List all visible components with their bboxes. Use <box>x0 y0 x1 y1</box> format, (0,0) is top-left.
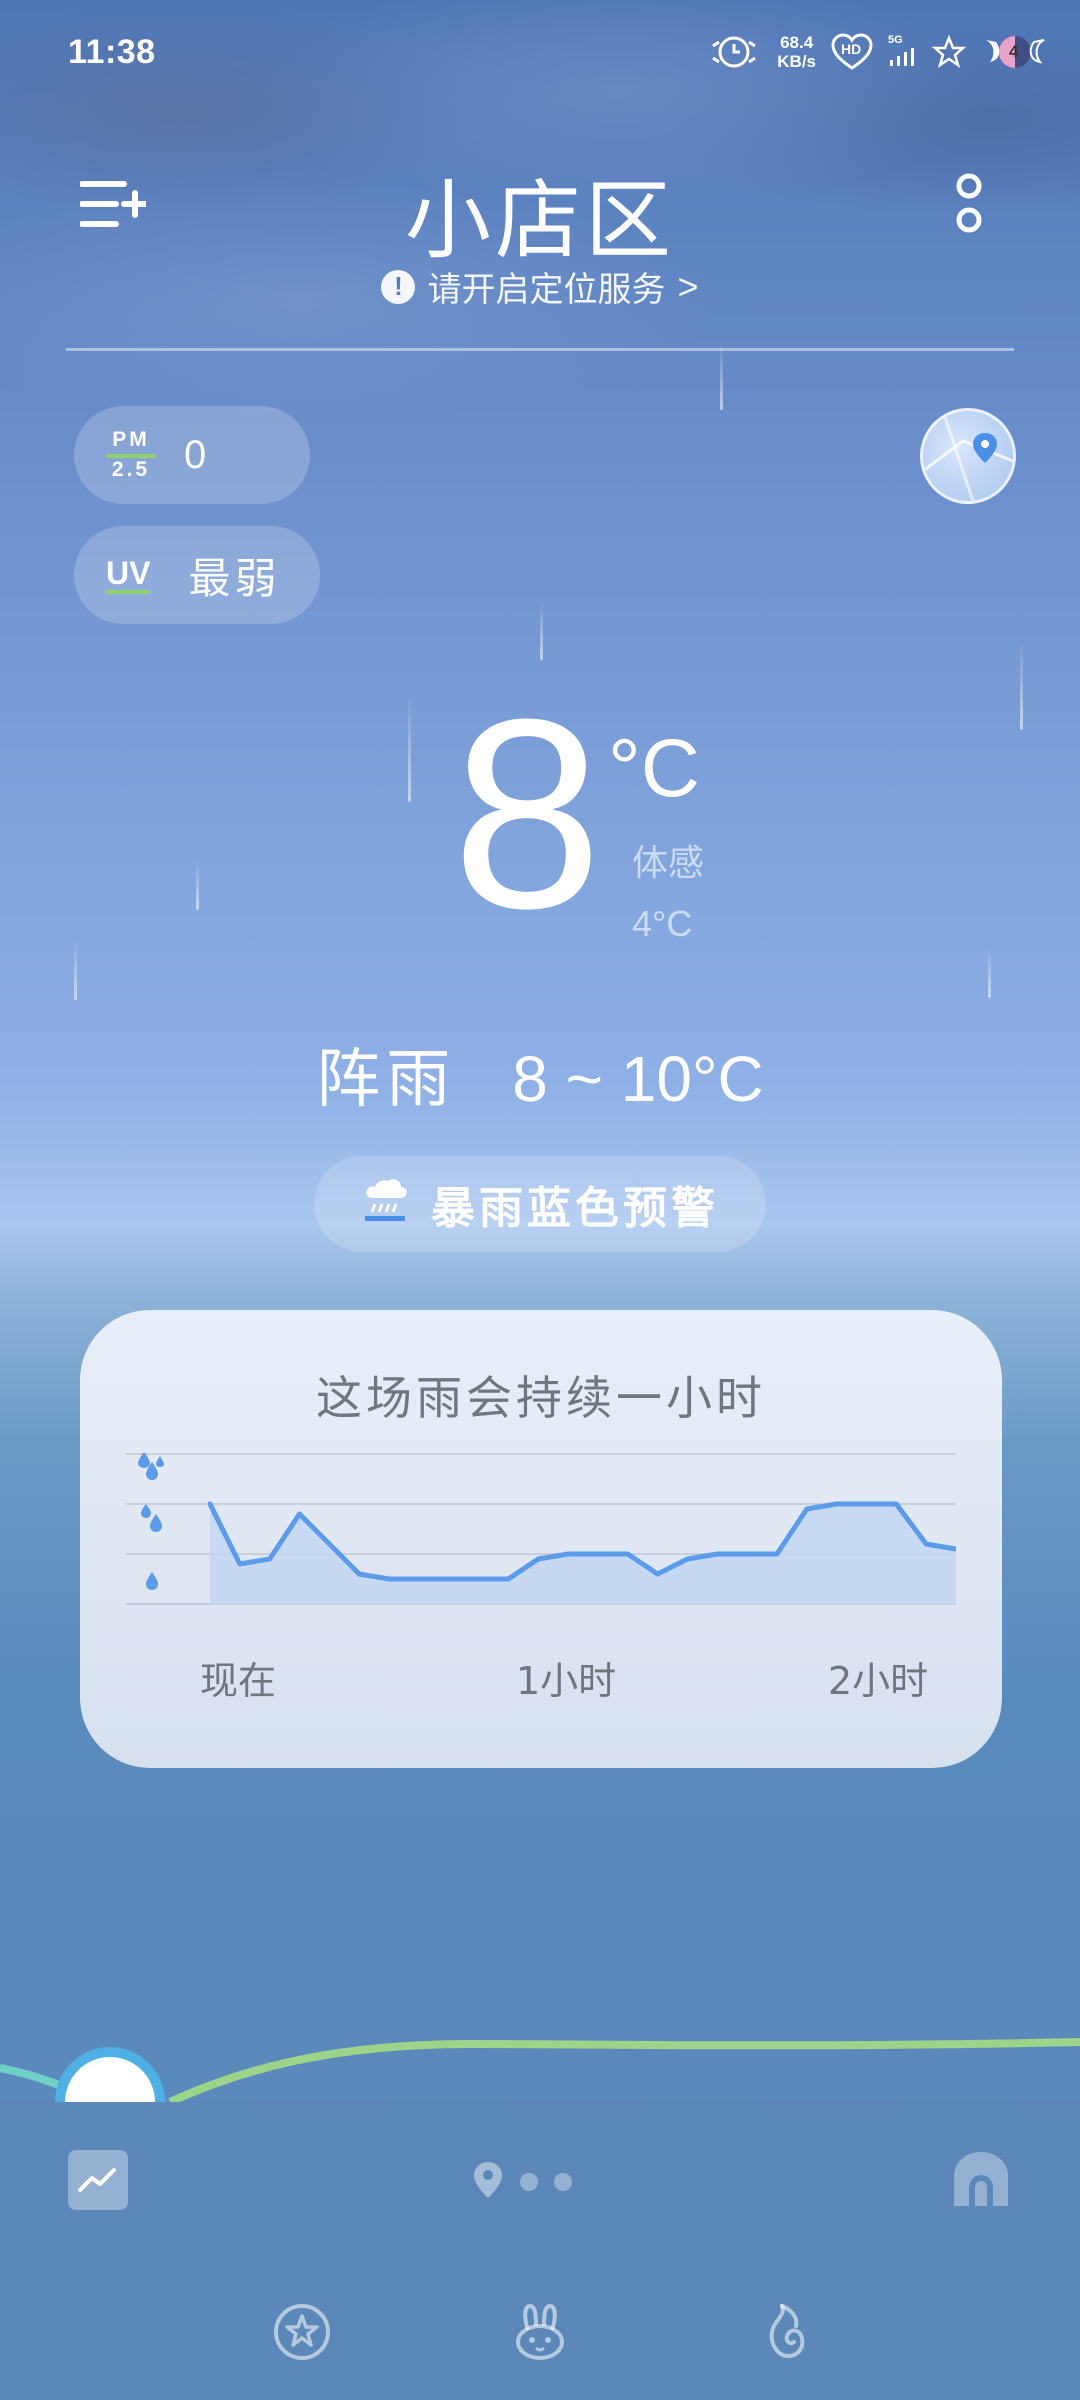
rain-streak <box>74 940 77 1000</box>
pm25-pill[interactable]: PM 2.5 0 <box>74 406 310 504</box>
rain-streak <box>196 860 199 910</box>
map-location-icon[interactable] <box>920 408 1016 504</box>
feels-like-value: 4°C <box>632 903 693 944</box>
battery-level: 4 <box>1009 42 1019 61</box>
city-name[interactable]: 小店区 <box>0 150 1080 275</box>
timeline-wave <box>0 2038 1080 2106</box>
page-indicator <box>472 2160 572 2204</box>
current-temperature: 8 <box>452 664 603 965</box>
alert-text: 暴雨蓝色预警 <box>431 1183 719 1234</box>
more-vertical-icon[interactable] <box>946 170 992 242</box>
status-icons: 68.4 KB/s HD 5G 4 <box>705 30 1050 74</box>
rain-streak <box>1020 640 1023 730</box>
fire-swirl-icon[interactable] <box>752 2300 816 2364</box>
pm25-value: 0 <box>184 432 207 477</box>
rain-streak <box>988 948 991 998</box>
temperature-range: 8 ~ 10°C <box>512 1043 764 1115</box>
uv-pill[interactable]: UV 最弱 <box>74 526 320 624</box>
rain-streak <box>540 600 543 660</box>
home-icon[interactable] <box>950 2148 1012 2210</box>
pm25-label: PM 2.5 <box>106 428 156 482</box>
rain-level-icons <box>138 1452 164 1590</box>
temperature-unit: °C <box>608 723 701 814</box>
hd-label: HD <box>841 41 862 57</box>
star-status-icon <box>932 35 966 69</box>
weather-alert-button[interactable]: 暴雨蓝色预警 <box>314 1156 766 1252</box>
location-prompt-text: 请开启定位服务 <box>427 270 666 310</box>
uv-label: UV <box>106 556 151 594</box>
signal-icon: 5G <box>888 32 918 72</box>
x-label-2h: 2小时 <box>828 1659 929 1703</box>
feels-like: 体感 4°C <box>632 834 704 954</box>
light-rain-drop-icon <box>146 1572 158 1590</box>
rain-storm-icon <box>361 1174 411 1235</box>
uv-value: 最弱 <box>188 553 281 603</box>
trend-chart-icon[interactable] <box>68 2150 128 2210</box>
heavy-rain-drop-icon <box>138 1452 164 1480</box>
pm25-label-bottom: 2.5 <box>111 458 151 481</box>
alarm-icon <box>705 32 763 72</box>
battery-icon: 4 <box>980 30 1050 74</box>
status-time: 11:38 <box>68 32 156 71</box>
star-badge-icon[interactable] <box>270 2300 334 2364</box>
x-label-1h: 1小时 <box>516 1659 617 1703</box>
chevron-right-icon: > <box>677 265 699 307</box>
rain-chart <box>126 1452 956 1605</box>
bunny-icon[interactable] <box>508 2300 572 2364</box>
header-divider <box>66 348 1014 351</box>
page-dot <box>520 2173 538 2191</box>
network-speed: 68.4 KB/s <box>777 33 816 71</box>
feels-like-label: 体感 <box>632 843 705 884</box>
status-bar: 11:38 68.4 KB/s HD 5G 4 <box>68 28 1050 76</box>
weather-condition: 阵雨 8 ~ 10°C <box>0 1028 1080 1120</box>
rain-forecast-card[interactable]: 这场雨会持续一小时 现在 1小时 2小时 <box>80 1310 1002 1768</box>
rain-card-title: 这场雨会持续一小时 <box>316 1371 766 1425</box>
net-speed-unit: KB/s <box>777 52 816 71</box>
hd-icon: HD <box>830 32 874 72</box>
x-label-now: 现在 <box>200 1659 277 1703</box>
signal-label: 5G <box>888 34 903 46</box>
warning-icon: ! <box>381 269 416 304</box>
location-pin-icon <box>472 2160 504 2204</box>
rain-streak <box>408 692 411 802</box>
net-speed-value: 68.4 <box>780 33 814 52</box>
chart-plot <box>207 1501 956 1604</box>
pm25-label-top: PM <box>106 428 156 458</box>
page-dot <box>554 2173 572 2191</box>
moderate-rain-drop-icon <box>141 1504 162 1532</box>
location-service-prompt[interactable]: ! 请开启定位服务 > <box>0 262 1080 311</box>
condition-text: 阵雨 <box>316 1043 457 1117</box>
